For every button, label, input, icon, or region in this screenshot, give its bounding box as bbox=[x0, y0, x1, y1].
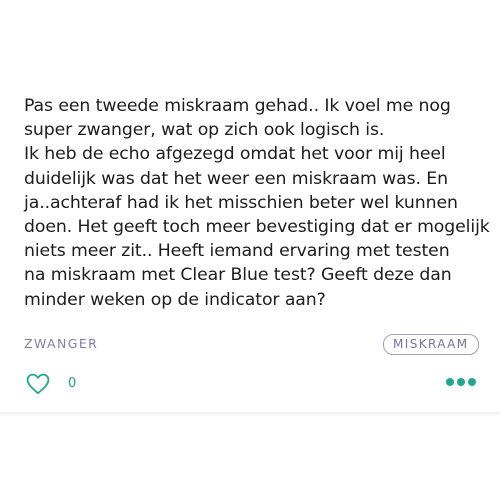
post-line: Ik heb de echo afgezegd omdat het voor m… bbox=[24, 144, 446, 165]
like-count: 0 bbox=[68, 376, 77, 391]
card-divider bbox=[0, 412, 500, 416]
post-line: doen. Het geeft toch meer bevestiging da… bbox=[24, 217, 490, 238]
post-line: Pas een tweede miskraam gehad.. Ik voel … bbox=[24, 96, 451, 116]
more-dots-icon bbox=[446, 378, 454, 386]
post-line: ja..achteraf had ik het misschien beter … bbox=[24, 192, 458, 213]
post-line: minder weken op de indicator aan? bbox=[24, 289, 326, 310]
tag-chip[interactable]: MISKRAAM bbox=[383, 334, 479, 355]
more-dots-icon bbox=[468, 378, 476, 386]
heart-outline-icon bbox=[26, 373, 50, 395]
post-line: super zwanger, wat op zich ook logisch i… bbox=[24, 120, 385, 141]
more-dots-icon bbox=[457, 378, 465, 386]
post-line: na miskraam met Clear Blue test? Geeft d… bbox=[24, 265, 452, 286]
post-card: Pas een tweede miskraam gehad.. Ik voel … bbox=[0, 0, 500, 412]
post-line: duidelijk was dat het weer een miskraam … bbox=[24, 168, 448, 189]
like-button[interactable] bbox=[26, 373, 50, 395]
post-line: niets meer zit.. Heeft iemand ervaring m… bbox=[24, 241, 450, 262]
more-options-button[interactable] bbox=[446, 374, 476, 390]
category-link[interactable]: ZWANGER bbox=[24, 336, 98, 351]
post-body: Pas een tweede miskraam gehad.. Ik voel … bbox=[24, 94, 490, 312]
